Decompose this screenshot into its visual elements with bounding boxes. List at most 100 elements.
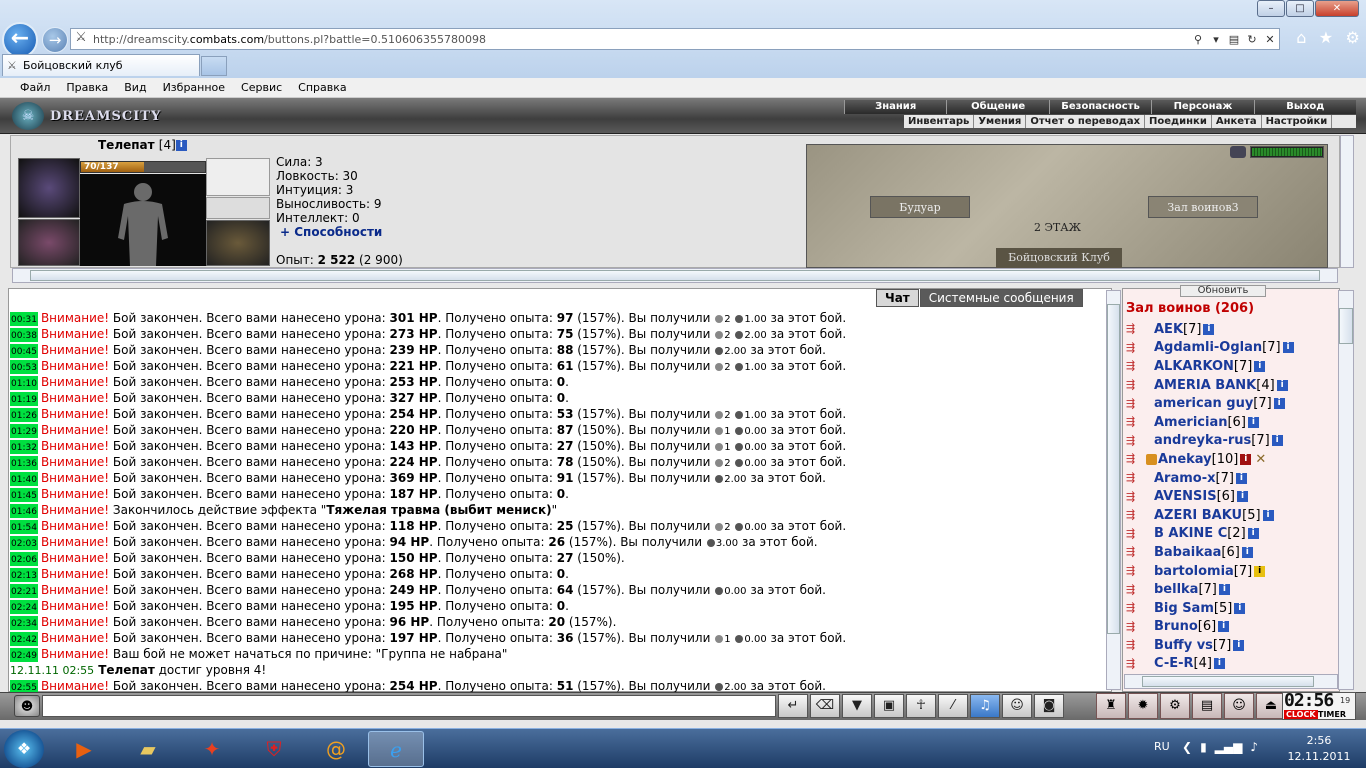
user-row[interactable]: ⇶ Americian [6] i	[1126, 413, 1336, 432]
user-row[interactable]: ⇶ B AKINE C [2] i	[1126, 525, 1336, 544]
info-icon[interactable]: i	[1276, 379, 1288, 391]
abilities-link[interactable]: + Способности	[276, 225, 382, 239]
chat-timestamp[interactable]: 00:38	[10, 328, 38, 342]
info-icon[interactable]: i	[175, 140, 187, 151]
info-icon[interactable]: i	[1218, 621, 1230, 633]
home-icon[interactable]: ⌂	[1296, 28, 1306, 50]
chat-timestamp[interactable]: 02:06	[10, 552, 38, 566]
nav-security[interactable]: Безопасность	[1048, 100, 1152, 114]
lion-icon[interactable]: ✹	[1128, 693, 1158, 719]
user-name[interactable]: AEK	[1154, 322, 1183, 337]
private-message-icon[interactable]: ⇶	[1126, 583, 1154, 597]
map-room-boudoir[interactable]: Будуар	[870, 196, 970, 218]
start-button[interactable]: ❖	[4, 730, 44, 768]
chat-timestamp[interactable]: 12.11.11 02:55	[10, 664, 94, 677]
bag-icon[interactable]: ♜	[1096, 693, 1126, 719]
user-name[interactable]: bartolomia	[1154, 564, 1234, 579]
folder-icon[interactable]: ▰	[120, 731, 176, 767]
character-name[interactable]: Телепат [4] i	[98, 138, 187, 152]
user-row[interactable]: ⇶ Bruno [6] i	[1126, 618, 1336, 637]
info-icon[interactable]: i	[1254, 565, 1266, 577]
chat-mode-button[interactable]: ☻	[14, 695, 40, 717]
user-row[interactable]: ⇶ Buffy vs [7] i	[1126, 636, 1336, 655]
user-row[interactable]: ⇶ AMERIA BANK [4] i	[1126, 376, 1336, 395]
battery-icon[interactable]: ▮	[1200, 740, 1207, 754]
private-message-icon[interactable]: ⇶	[1126, 564, 1154, 578]
chat-timestamp[interactable]: 02:03	[10, 536, 38, 550]
user-row[interactable]: ⇶ Anekay [10] i ✕	[1126, 450, 1336, 469]
user-name[interactable]: AMERIA BANK	[1154, 378, 1256, 393]
map-room-warriors-hall[interactable]: Зал воинов3	[1148, 196, 1258, 218]
user-row[interactable]: ⇶ Aramo-x [7] i	[1126, 469, 1336, 488]
user-name[interactable]: american guy	[1154, 396, 1253, 411]
search-icon[interactable]: ⚲	[1189, 33, 1207, 46]
menu-view[interactable]: Вид	[124, 81, 146, 94]
info-icon[interactable]: i	[1271, 435, 1283, 447]
info-icon[interactable]: i	[1203, 323, 1215, 335]
chat-timestamp[interactable]: 02:21	[10, 584, 38, 598]
send-icon[interactable]: ↵	[778, 694, 808, 718]
user-row[interactable]: ⇶ AVENSIS [6] i	[1126, 487, 1336, 506]
nav-communication[interactable]: Общение	[946, 100, 1049, 114]
menu-edit[interactable]: Правка	[66, 81, 108, 94]
chat-input[interactable]	[42, 695, 776, 717]
user-name[interactable]: C-E-R	[1154, 656, 1194, 671]
gear-icon[interactable]: ⚙	[1160, 693, 1190, 719]
minimize-button[interactable]: –	[1257, 0, 1285, 17]
timer-label[interactable]: TIMER	[1318, 710, 1346, 719]
private-message-icon[interactable]: ⇶	[1126, 638, 1154, 652]
user-row[interactable]: ⇶ bellka [7] i	[1126, 580, 1336, 599]
eraser-icon[interactable]: ⌫	[810, 694, 840, 718]
amulet-slots[interactable]	[206, 197, 270, 219]
media-player-icon[interactable]: ▶	[56, 731, 112, 767]
info-icon[interactable]: i	[1273, 398, 1285, 410]
helmet-slot[interactable]	[18, 158, 80, 218]
user-row[interactable]: ⇶ american guy [7] i	[1126, 394, 1336, 413]
map-mode-icon[interactable]	[1230, 146, 1246, 158]
chat-timestamp[interactable]: 01:26	[10, 408, 38, 422]
user-name[interactable]: Americian	[1154, 415, 1227, 430]
private-message-icon[interactable]: ⇶	[1126, 490, 1154, 504]
save-icon[interactable]: ▣	[874, 694, 904, 718]
info-icon[interactable]: i	[1282, 342, 1294, 354]
user-list-scrollbar-thumb[interactable]	[1339, 308, 1353, 344]
clock-label[interactable]: CLOCK	[1284, 710, 1318, 719]
refresh-icon[interactable]: ↻	[1243, 33, 1261, 46]
clan-badge-icon[interactable]	[1146, 453, 1157, 465]
nav-fights[interactable]: Поединки	[1145, 115, 1212, 128]
user-row[interactable]: ⇶ AEK [7] i	[1126, 320, 1336, 339]
info-icon[interactable]: i	[1262, 509, 1274, 521]
chat-timestamp[interactable]: 01:10	[10, 376, 38, 390]
walk-icon[interactable]: ☥	[906, 694, 936, 718]
close-window-button[interactable]: ✕	[1315, 0, 1359, 17]
user-name[interactable]: Anekay	[1158, 452, 1212, 467]
info-icon[interactable]: i	[1247, 528, 1259, 540]
level-up-name[interactable]: Телепат	[98, 663, 155, 677]
map-room-club[interactable]: Бойцовский Клуб	[996, 248, 1122, 268]
user-name[interactable]: bellka	[1154, 582, 1198, 597]
smiley-icon[interactable]: ☺	[1002, 694, 1032, 718]
menu-tools[interactable]: Сервис	[241, 81, 282, 94]
address-url[interactable]: http://dreamscity.combats.com/buttons.pl…	[91, 33, 1189, 46]
info-icon[interactable]: i	[1233, 639, 1245, 651]
tab-system-messages[interactable]: Системные сообщения	[919, 289, 1083, 307]
menu-file[interactable]: Файл	[20, 81, 50, 94]
user-row[interactable]: ⇶ Big Sam [5] i	[1126, 599, 1336, 618]
back-button[interactable]: ←	[2, 22, 38, 58]
user-name[interactable]: ALKARKON	[1154, 359, 1234, 374]
chat-timestamp[interactable]: 01:45	[10, 488, 38, 502]
user-row[interactable]: ⇶ Agdamli-Oglan [7] i	[1126, 339, 1336, 358]
user-row[interactable]: ⇶ C-E-R [4] i	[1126, 655, 1336, 674]
chat-timestamp[interactable]: 01:54	[10, 520, 38, 534]
chat-timestamp[interactable]: 01:36	[10, 456, 38, 470]
nav-transfers[interactable]: Отчет о переводах	[1026, 115, 1146, 128]
browser-tab-active[interactable]: ⚔ Бойцовский клуб	[2, 54, 200, 76]
user-list-hscroll-thumb[interactable]	[1142, 676, 1314, 687]
lock-icon[interactable]: ▤	[1192, 693, 1222, 719]
chat-timestamp[interactable]: 01:19	[10, 392, 38, 406]
user-name[interactable]: Big Sam	[1154, 601, 1214, 616]
user-list-scrollbar[interactable]	[1338, 290, 1354, 690]
chat-timestamp[interactable]: 01:29	[10, 424, 38, 438]
info-icon[interactable]: i	[1247, 416, 1259, 428]
bracers-slot[interactable]	[18, 219, 80, 266]
